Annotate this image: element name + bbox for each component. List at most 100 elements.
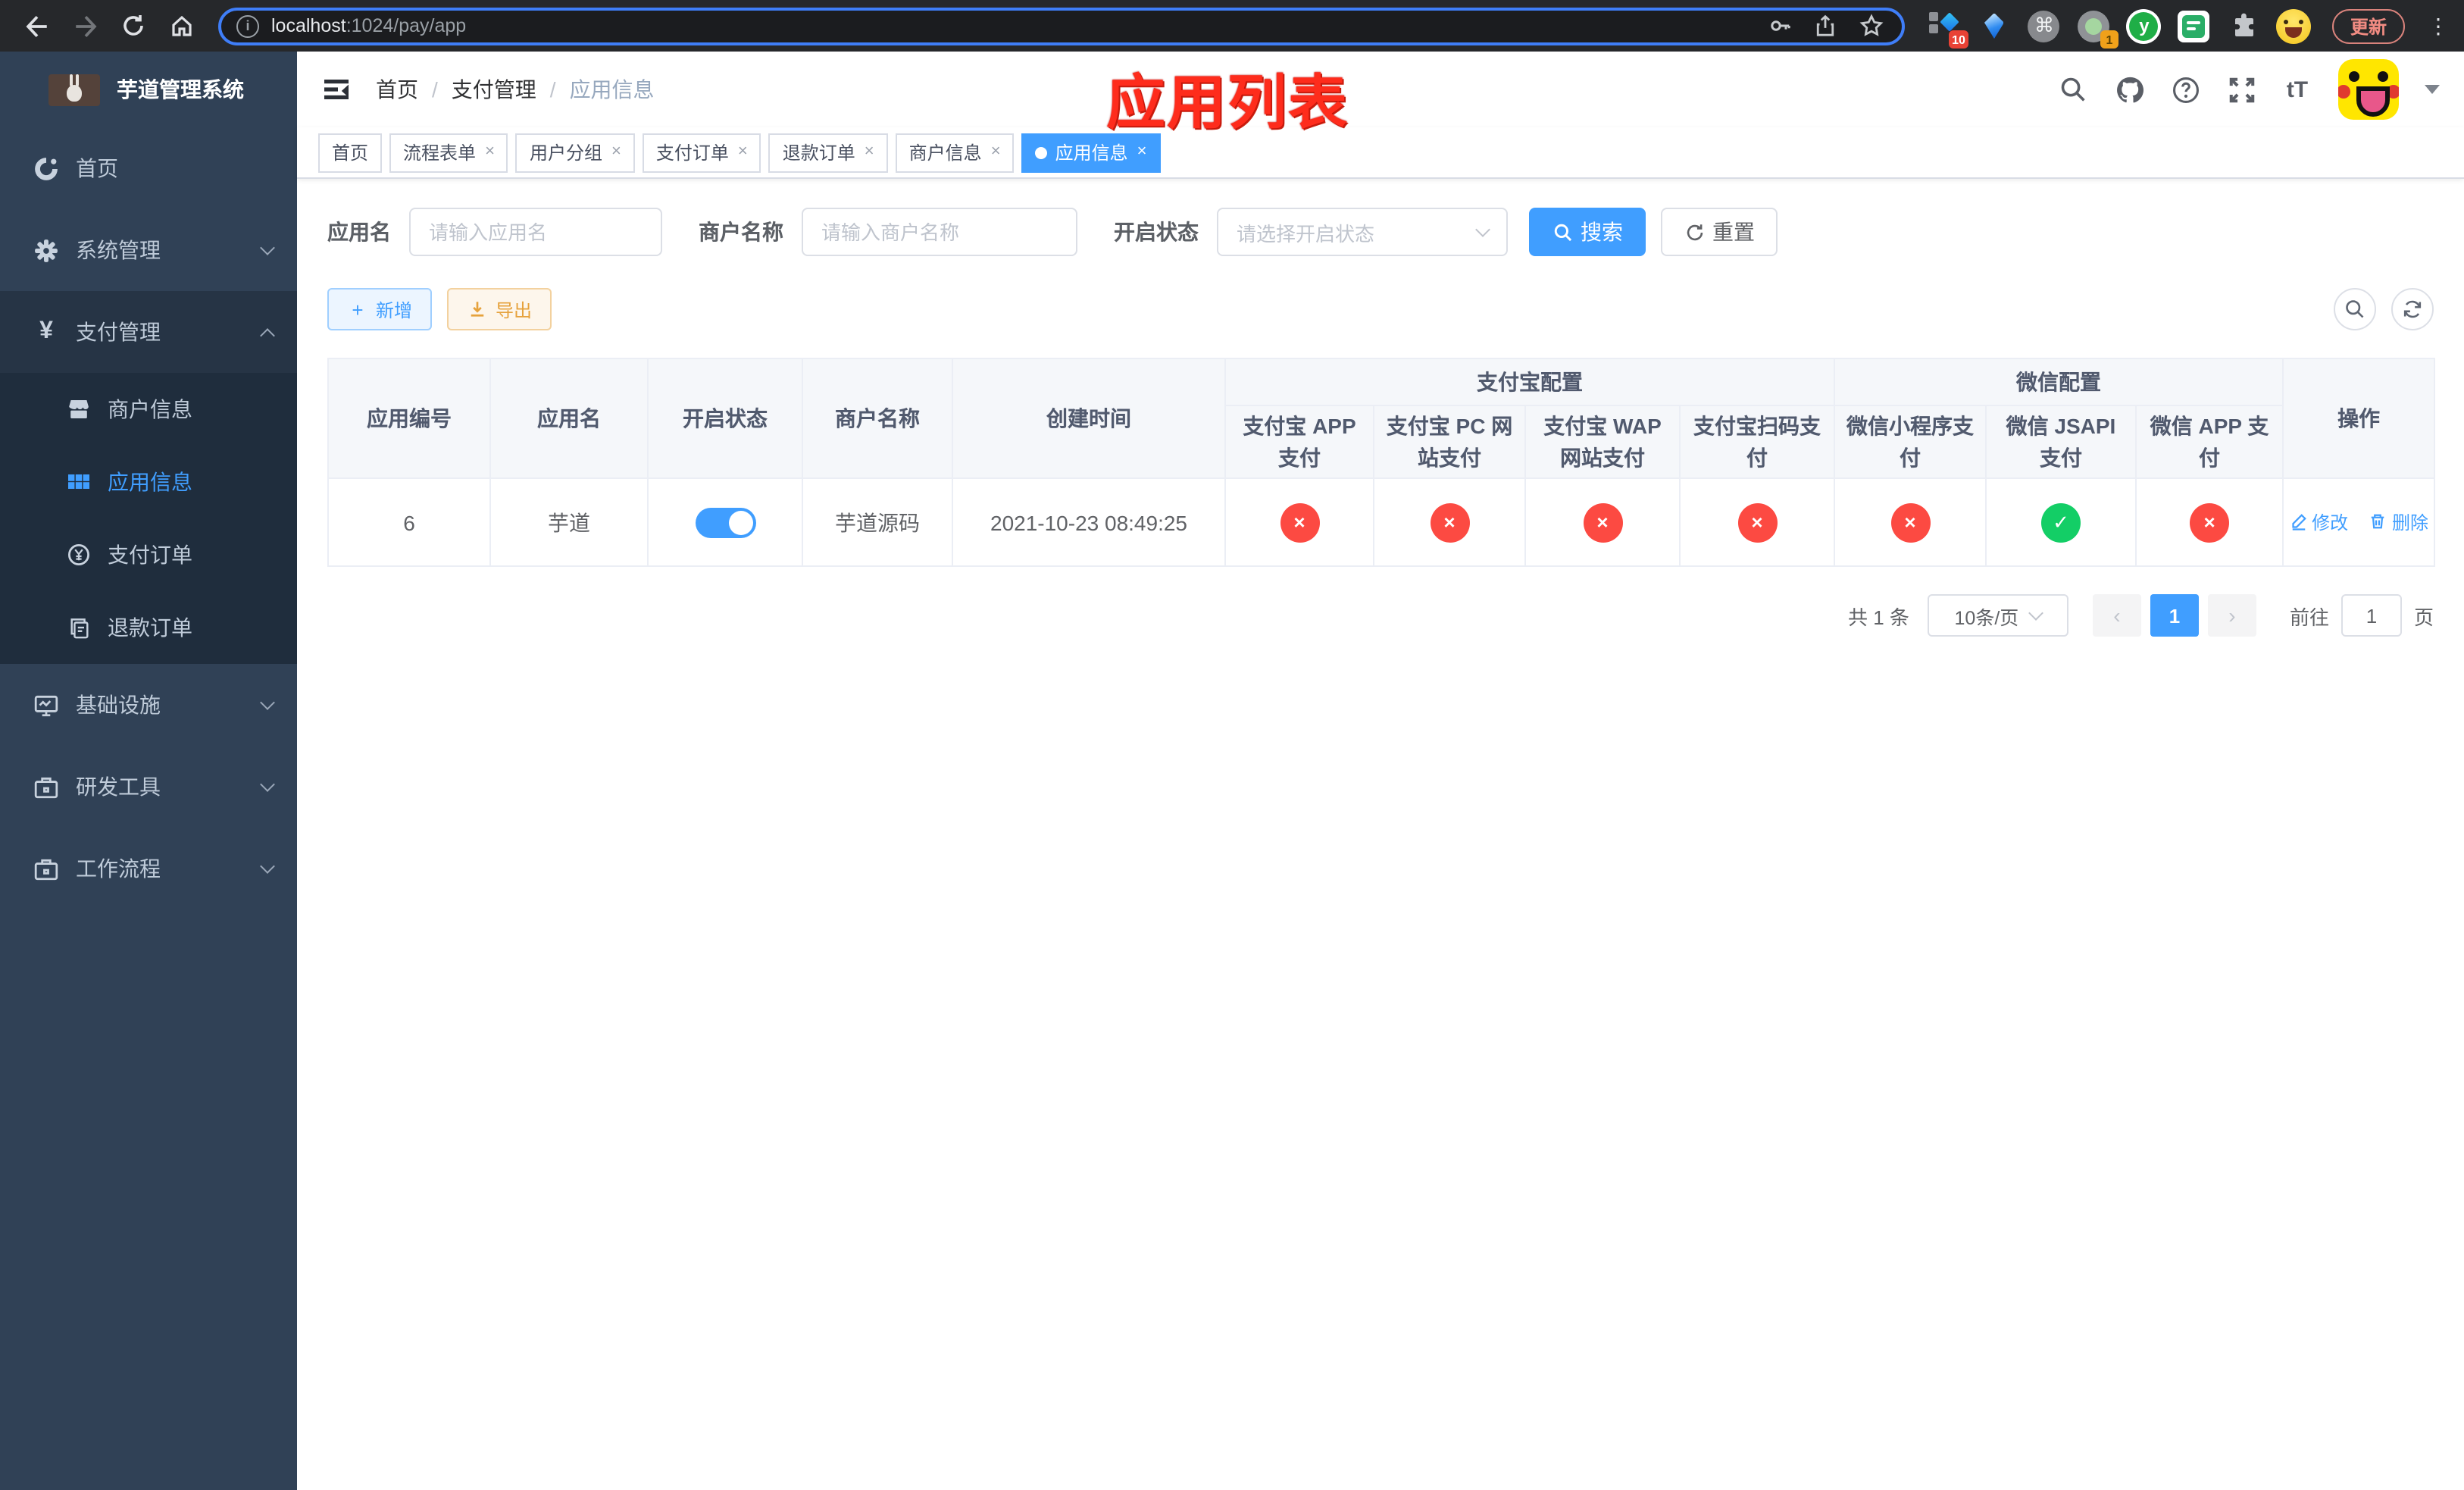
col-alipay-pc: 支付宝 PC 网 站支付 bbox=[1373, 405, 1526, 479]
search-icon[interactable] bbox=[2058, 74, 2088, 105]
sidebar-item-payment[interactable]: ¥ 支付管理 bbox=[0, 291, 297, 373]
close-icon[interactable]: × bbox=[738, 143, 748, 161]
sidebar-item-dev-tools[interactable]: 研发工具 bbox=[0, 746, 297, 828]
col-alipay-qr: 支付宝扫码支 付 bbox=[1679, 405, 1835, 479]
extension-yudao-icon[interactable]: y bbox=[2126, 8, 2162, 44]
grid-table-icon bbox=[67, 470, 91, 494]
col-alipay-wap: 支付宝 WAP 网站支付 bbox=[1524, 405, 1681, 479]
yen-circle-icon bbox=[67, 543, 91, 567]
table-toolbar: + 新增 导出 bbox=[327, 288, 2434, 330]
help-icon[interactable] bbox=[2170, 74, 2200, 105]
page-number-1[interactable]: 1 bbox=[2150, 594, 2199, 637]
browser-update-button[interactable]: 更新 bbox=[2331, 8, 2405, 43]
bookmark-star-icon[interactable] bbox=[1856, 11, 1887, 41]
breadcrumb-home[interactable]: 首页 bbox=[376, 74, 418, 105]
forward-icon[interactable] bbox=[67, 8, 103, 44]
sidebar-item-home[interactable]: 首页 bbox=[0, 127, 297, 209]
url-host: localhost bbox=[271, 15, 346, 36]
extension-blocks-icon[interactable]: 10 bbox=[1926, 8, 1968, 49]
tag-process-form[interactable]: 流程表单 × bbox=[389, 133, 508, 172]
extensions-puzzle-icon[interactable] bbox=[2226, 8, 2262, 44]
extension-command-icon[interactable]: ⌘ bbox=[2026, 8, 2062, 44]
user-menu-caret-icon[interactable] bbox=[2425, 85, 2440, 94]
pagination: 共 1 条 10条/页 ‹ 1 › 前往 页 bbox=[327, 594, 2434, 637]
browser-profile-avatar[interactable] bbox=[2276, 8, 2312, 44]
password-key-icon[interactable] bbox=[1765, 11, 1796, 41]
status-fail-icon: × bbox=[2190, 502, 2230, 542]
export-button[interactable]: 导出 bbox=[447, 288, 552, 330]
merchant-name-input[interactable] bbox=[802, 208, 1077, 256]
screen: i localhost:1024/pay/app 10 ⌘ 1 y 更新 ⋮ 芋… bbox=[0, 0, 2464, 1490]
chevron-down-icon bbox=[2028, 606, 2044, 621]
cell-app-id: 6 bbox=[327, 477, 491, 567]
merchant-name-label: 商户名称 bbox=[699, 220, 783, 244]
sidebar-item-merchant-info[interactable]: 商户信息 bbox=[0, 373, 297, 446]
close-icon[interactable]: × bbox=[485, 143, 495, 161]
goto-page-input[interactable] bbox=[2340, 594, 2402, 637]
user-avatar[interactable] bbox=[2338, 59, 2399, 120]
tag-refund-order[interactable]: 退款订单 × bbox=[768, 133, 888, 172]
tag-user-group[interactable]: 用户分组 × bbox=[515, 133, 635, 172]
sidebar-item-pay-order[interactable]: 支付订单 bbox=[0, 518, 297, 591]
app-title: 芋道管理系统 bbox=[117, 77, 244, 102]
sidebar-item-workflow[interactable]: 工作流程 bbox=[0, 828, 297, 909]
tag-pay-order[interactable]: 支付订单 × bbox=[642, 133, 761, 172]
extension-recorder-icon[interactable]: 1 bbox=[2076, 8, 2118, 49]
tag-home[interactable]: 首页 bbox=[318, 133, 383, 172]
col-created: 创建时间 bbox=[952, 358, 1226, 479]
show-search-icon-button[interactable] bbox=[2334, 288, 2376, 330]
home-icon[interactable] bbox=[164, 8, 200, 44]
breadcrumb-section[interactable]: 支付管理 bbox=[452, 74, 536, 105]
tag-merchant-info[interactable]: 商户信息 × bbox=[895, 133, 1015, 172]
next-page-button[interactable]: › bbox=[2207, 594, 2256, 637]
add-button[interactable]: + 新增 bbox=[327, 288, 433, 330]
gear-icon bbox=[33, 237, 59, 263]
close-icon[interactable]: × bbox=[1137, 143, 1147, 161]
status-select[interactable]: 请选择开启状态 bbox=[1217, 208, 1508, 256]
refresh-table-icon-button[interactable] bbox=[2391, 288, 2434, 330]
close-icon[interactable]: × bbox=[611, 143, 621, 161]
page-unit-label: 页 bbox=[2413, 606, 2434, 628]
font-size-icon[interactable]: tT bbox=[2282, 74, 2312, 105]
cell-enabled bbox=[647, 477, 803, 567]
extension-chat-icon[interactable] bbox=[2176, 8, 2212, 44]
site-info-icon[interactable]: i bbox=[236, 14, 259, 37]
briefcase-icon bbox=[33, 856, 59, 881]
sidebar-item-label: 首页 bbox=[76, 156, 118, 180]
sidebar-item-app-info[interactable]: 应用信息 bbox=[0, 446, 297, 518]
page-size-select[interactable]: 10条/页 bbox=[1927, 594, 2068, 637]
document-copy-icon bbox=[67, 615, 91, 640]
status-select-placeholder: 请选择开启状态 bbox=[1237, 222, 1375, 245]
url-text[interactable]: localhost:1024/pay/app bbox=[271, 15, 1750, 36]
back-icon[interactable] bbox=[18, 8, 55, 44]
enabled-toggle[interactable] bbox=[695, 507, 755, 537]
sidebar-item-refund-order[interactable]: 退款订单 bbox=[0, 591, 297, 664]
app-name-input[interactable] bbox=[409, 208, 662, 256]
github-icon[interactable] bbox=[2114, 74, 2144, 105]
delete-link[interactable]: 删除 bbox=[2369, 509, 2428, 535]
status-fail-icon: × bbox=[1890, 502, 1930, 542]
fullscreen-icon[interactable] bbox=[2226, 74, 2256, 105]
chevron-up-icon bbox=[260, 327, 275, 343]
edit-link[interactable]: 修改 bbox=[2289, 509, 2348, 535]
sidebar-collapse-icon[interactable] bbox=[321, 74, 352, 105]
prev-page-button[interactable]: ‹ bbox=[2092, 594, 2141, 637]
extension-badge: 10 bbox=[1949, 30, 1968, 49]
share-icon[interactable] bbox=[1811, 11, 1841, 41]
reload-icon[interactable] bbox=[115, 8, 152, 44]
browser-menu-icon[interactable]: ⋮ bbox=[2428, 13, 2449, 39]
sidebar-item-system[interactable]: 系统管理 bbox=[0, 209, 297, 291]
close-icon[interactable]: × bbox=[865, 143, 874, 161]
search-button[interactable]: 搜索 bbox=[1529, 208, 1646, 256]
address-bar[interactable]: i localhost:1024/pay/app bbox=[218, 7, 1905, 45]
sidebar-item-label: 退款订单 bbox=[108, 615, 192, 640]
sidebar-item-label: 系统管理 bbox=[76, 238, 161, 262]
yen-icon: ¥ bbox=[39, 318, 53, 344]
sidebar-item-infrastructure[interactable]: 基础设施 bbox=[0, 664, 297, 746]
col-app-name: 应用名 bbox=[489, 358, 649, 479]
extension-kite-icon[interactable] bbox=[1976, 8, 2012, 44]
chevron-down-icon bbox=[260, 695, 275, 710]
app-logo[interactable]: 芋道管理系统 bbox=[0, 52, 297, 127]
close-icon[interactable]: × bbox=[991, 143, 1001, 161]
reset-button[interactable]: 重置 bbox=[1661, 208, 1778, 256]
